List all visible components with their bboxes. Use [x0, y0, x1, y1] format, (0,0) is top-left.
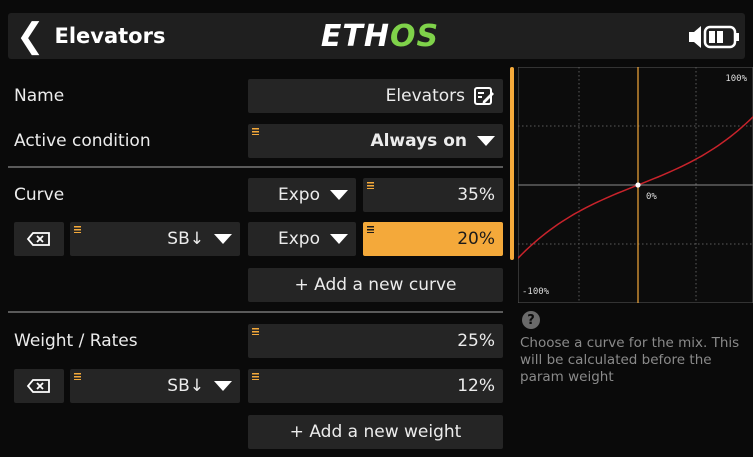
active-condition-dropdown[interactable]: Always on: [248, 124, 503, 158]
help-icon: ?: [522, 311, 540, 329]
graph-label-bottom: -100%: [522, 287, 550, 297]
weight-switch-value: SB↓: [167, 376, 204, 396]
curve-position-dot: [635, 182, 641, 188]
name-field[interactable]: Elevators: [248, 79, 503, 113]
options-marker-icon: [367, 182, 374, 189]
weight-alt-value: 12%: [457, 376, 495, 396]
curve-graph: 100% 0% -100%: [518, 67, 753, 303]
weight-value: 25%: [457, 331, 495, 351]
back-button[interactable]: ❮ Elevators: [14, 13, 174, 59]
chevron-down-icon: [330, 190, 348, 200]
chevron-down-icon: [214, 381, 232, 391]
backspace-icon: [26, 232, 50, 246]
chevron-left-icon: ❮: [16, 16, 45, 56]
curve-switch-value: SB↓: [167, 229, 204, 249]
battery-speaker-icon[interactable]: [683, 22, 743, 52]
logo-accent: OS: [389, 18, 440, 54]
chevron-down-icon: [477, 136, 495, 146]
add-weight-button[interactable]: + Add a new weight: [248, 415, 503, 449]
curve-value-field[interactable]: 35%: [363, 178, 503, 212]
graph-label-top: 100%: [725, 74, 747, 84]
edit-icon: [474, 87, 494, 105]
graph-label-center: 0%: [646, 192, 657, 202]
weight-alt-value-field[interactable]: 12%: [248, 369, 503, 403]
curve-label: Curve: [14, 185, 65, 205]
options-marker-icon: [252, 128, 259, 135]
add-curve-button[interactable]: + Add a new curve: [248, 268, 503, 302]
active-condition-value: Always on: [370, 131, 467, 151]
curve-alt-value-field[interactable]: 20%: [363, 222, 503, 256]
ethos-logo: ETH OS: [320, 14, 440, 58]
divider: [8, 166, 503, 168]
options-marker-icon: [74, 226, 81, 233]
weight-value-field[interactable]: 25%: [248, 324, 503, 358]
weight-switch-dropdown[interactable]: SB↓: [70, 369, 240, 403]
name-value: Elevators: [385, 86, 465, 106]
options-marker-icon: [74, 373, 81, 380]
curve-alt-value: 20%: [457, 229, 495, 249]
divider: [8, 311, 503, 313]
curve-type-dropdown[interactable]: Expo: [248, 178, 356, 212]
help-text: Choose a curve for the mix. This will be…: [520, 335, 740, 385]
curve-value: 35%: [457, 185, 495, 205]
options-marker-icon: [252, 373, 259, 380]
scrollbar[interactable]: [510, 67, 514, 260]
name-label: Name: [14, 86, 65, 106]
chevron-down-icon: [330, 234, 348, 244]
curve-switch-dropdown[interactable]: SB↓: [70, 222, 240, 256]
curve-type-value: Expo: [278, 185, 320, 205]
chevron-down-icon: [214, 234, 232, 244]
options-marker-icon: [252, 328, 259, 335]
add-weight-label: + Add a new weight: [289, 422, 462, 442]
remove-weight-button[interactable]: [14, 369, 64, 403]
active-condition-label: Active condition: [14, 131, 151, 151]
page-title: Elevators: [54, 24, 166, 48]
curve-alt-type-dropdown[interactable]: Expo: [248, 222, 356, 256]
options-marker-icon: [367, 226, 374, 233]
add-curve-label: + Add a new curve: [294, 275, 457, 295]
remove-curve-button[interactable]: [14, 222, 64, 256]
backspace-icon: [26, 379, 50, 393]
curve-alt-type-value: Expo: [278, 229, 320, 249]
weight-label: Weight / Rates: [14, 331, 138, 351]
logo-main: ETH: [320, 18, 390, 54]
